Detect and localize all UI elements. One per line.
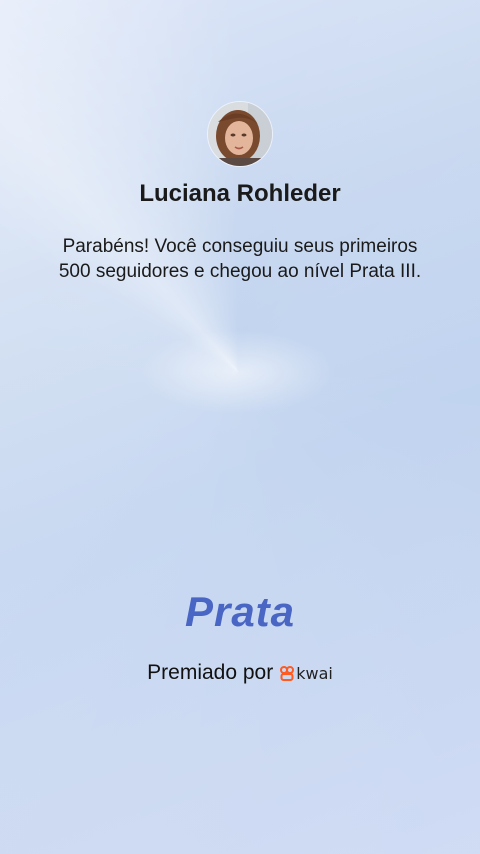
level-title: Prata bbox=[184, 588, 296, 635]
achievement-message: Parabéns! Você conseguiu seus primeiros … bbox=[58, 236, 422, 282]
achievement-screen: Luciana Rohleder Parabéns! Você consegui… bbox=[0, 0, 480, 854]
avatar bbox=[207, 101, 273, 167]
avatar-photo bbox=[208, 102, 272, 166]
kwai-brand: kwai bbox=[280, 664, 333, 683]
kwai-logo-icon bbox=[280, 666, 295, 681]
profile-name: Luciana Rohleder bbox=[139, 180, 341, 207]
kwai-brand-text: kwai bbox=[296, 663, 333, 683]
awarded-by: Premiado por kwai bbox=[0, 661, 480, 685]
awarded-by-label: Premiado por bbox=[147, 661, 274, 684]
